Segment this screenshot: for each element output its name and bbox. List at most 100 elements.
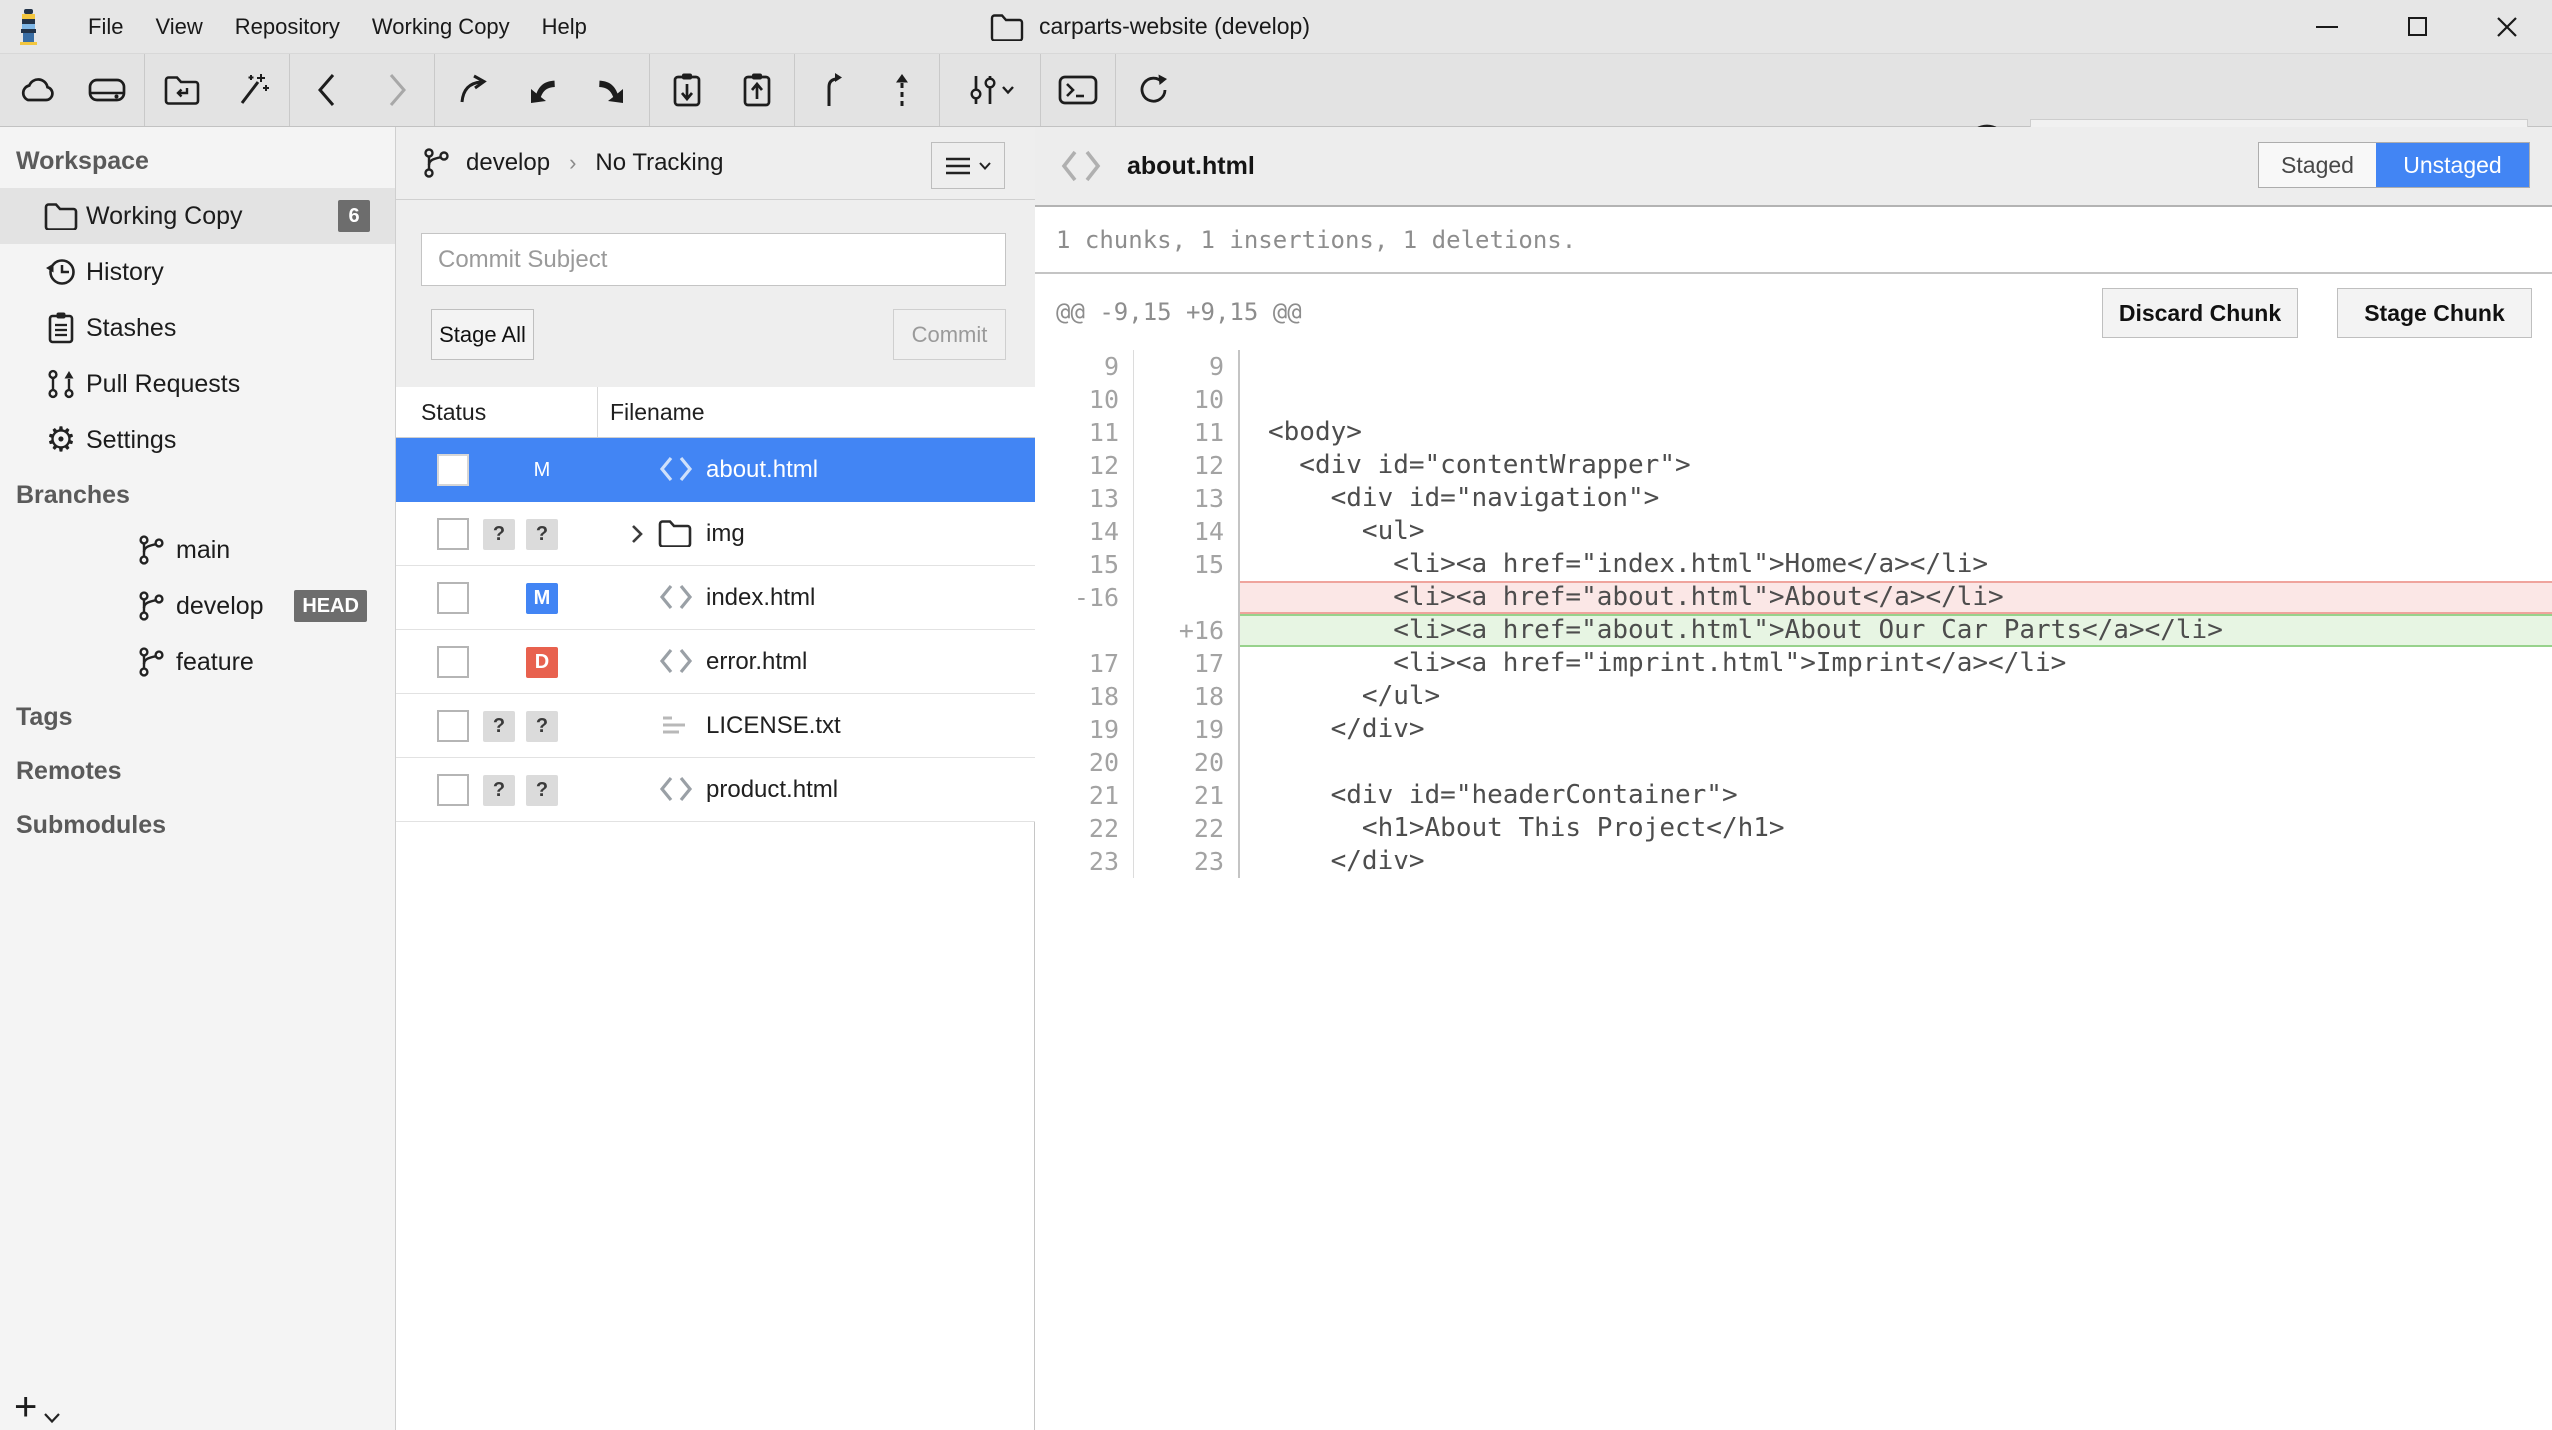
minimize-icon bbox=[2316, 26, 2338, 28]
window-title: carparts-website (develop) bbox=[990, 0, 1310, 53]
back-button[interactable] bbox=[292, 54, 362, 126]
menu-repository[interactable]: Repository bbox=[219, 0, 356, 53]
close-icon bbox=[2496, 16, 2518, 38]
sidebar-item-working-copy[interactable]: Working Copy 6 bbox=[0, 188, 395, 244]
chunk-header-row: @@ -9,15 +9,15 @@ Discard Chunk Stage Ch… bbox=[1035, 274, 2552, 350]
current-branch-label: develop bbox=[466, 149, 550, 177]
stage-chunk-button[interactable]: Stage Chunk bbox=[2337, 288, 2532, 338]
quick-launch-button[interactable] bbox=[217, 54, 287, 126]
fetch-icon bbox=[454, 72, 490, 108]
diff-options-button[interactable] bbox=[942, 54, 1038, 126]
refresh-button[interactable] bbox=[1118, 54, 1188, 126]
minimize-button[interactable] bbox=[2282, 0, 2372, 53]
menu-file[interactable]: File bbox=[72, 0, 139, 53]
diff-pane: about.html Staged Unstaged 1 chunks, 1 i… bbox=[1035, 127, 2552, 1430]
stage-checkbox[interactable] bbox=[437, 646, 469, 678]
terminal-button[interactable] bbox=[1043, 54, 1113, 126]
menu-view[interactable]: View bbox=[139, 0, 218, 53]
titlebar: File View Repository Working Copy Help c… bbox=[0, 0, 2552, 54]
stage-checkbox[interactable] bbox=[437, 582, 469, 614]
forward-button[interactable] bbox=[362, 54, 432, 126]
column-divider bbox=[597, 387, 598, 437]
sidebar: Workspace Working Copy 6 History Stashes… bbox=[0, 127, 396, 1430]
commit-button[interactable]: Commit bbox=[893, 309, 1006, 360]
fetch-button[interactable] bbox=[437, 54, 507, 126]
sidebar-item-label: Pull Requests bbox=[86, 370, 240, 399]
stage-checkbox[interactable] bbox=[437, 710, 469, 742]
window-title-text: carparts-website (develop) bbox=[1039, 13, 1310, 40]
diff-code: 99 1010 1111<body> 1212 <div id="content… bbox=[1035, 350, 2552, 878]
sidebar-branch-main[interactable]: main bbox=[0, 522, 395, 578]
file-name: img bbox=[706, 502, 745, 565]
clone-cloud-button[interactable] bbox=[2, 54, 72, 126]
hamburger-icon bbox=[945, 156, 971, 176]
sidebar-section-branches[interactable]: Branches bbox=[0, 468, 395, 522]
changes-count-badge: 6 bbox=[338, 200, 370, 232]
stage-checkbox[interactable] bbox=[437, 518, 469, 550]
sidebar-section-workspace: Workspace bbox=[0, 134, 395, 188]
sidebar-branch-develop[interactable]: develop HEAD bbox=[0, 578, 395, 634]
close-button[interactable] bbox=[2462, 0, 2552, 53]
open-repo-button[interactable] bbox=[147, 54, 217, 126]
text-file-icon bbox=[658, 711, 690, 739]
code-file-icon bbox=[1059, 149, 1103, 183]
expand-chevron-icon[interactable] bbox=[628, 522, 646, 546]
diff-line: 1111<body> bbox=[1035, 416, 2552, 449]
sidebar-section-submodules[interactable]: Submodules bbox=[0, 798, 395, 852]
file-row-license[interactable]: ? ? LICENSE.txt bbox=[396, 694, 1035, 758]
stage-checkbox[interactable] bbox=[437, 454, 469, 486]
push-button[interactable] bbox=[577, 54, 647, 126]
local-repos-button[interactable] bbox=[72, 54, 142, 126]
sidebar-item-settings[interactable]: ⚙ Settings bbox=[0, 412, 395, 468]
rebase-button[interactable] bbox=[867, 54, 937, 126]
diff-line: 1919 </div> bbox=[1035, 713, 2552, 746]
cloud-icon bbox=[16, 74, 58, 106]
sidebar-item-label: Working Copy bbox=[86, 202, 243, 231]
add-repository-button[interactable]: + bbox=[14, 1390, 61, 1424]
sidebar-item-stashes[interactable]: Stashes bbox=[0, 300, 395, 356]
status-badge-modified: M bbox=[526, 583, 558, 614]
file-row-img[interactable]: ? ? img bbox=[396, 502, 1035, 566]
diff-header: about.html Staged Unstaged bbox=[1035, 127, 2552, 207]
code-file-icon bbox=[658, 775, 694, 803]
pop-stash-button[interactable] bbox=[722, 54, 792, 126]
branch-label: develop bbox=[176, 592, 264, 621]
pull-button[interactable] bbox=[507, 54, 577, 126]
maximize-button[interactable] bbox=[2372, 0, 2462, 53]
diff-line: 1010 bbox=[1035, 383, 2552, 416]
git-branch-icon bbox=[134, 590, 168, 622]
sidebar-item-history[interactable]: History bbox=[0, 244, 395, 300]
diff-line: 2222 <h1>About This Project</h1> bbox=[1035, 812, 2552, 845]
diff-file-title: about.html bbox=[1127, 152, 1255, 181]
stage-checkbox[interactable] bbox=[437, 774, 469, 806]
status-column-header[interactable]: Status bbox=[421, 387, 486, 437]
pop-stash-icon bbox=[739, 71, 775, 109]
file-row-error[interactable]: D error.html bbox=[396, 630, 1035, 694]
folder-open-icon bbox=[163, 73, 201, 107]
staged-tab[interactable]: Staged bbox=[2259, 143, 2376, 187]
git-branch-icon bbox=[134, 534, 168, 566]
file-row-index[interactable]: M index.html bbox=[396, 566, 1035, 630]
sidebar-branch-feature[interactable]: feature bbox=[0, 634, 395, 690]
status-badge-untracked: ? bbox=[483, 519, 515, 550]
file-row-about[interactable]: M about.html bbox=[396, 438, 1035, 502]
file-row-product[interactable]: ? ? product.html bbox=[396, 758, 1035, 822]
unstaged-tab[interactable]: Unstaged bbox=[2376, 143, 2529, 187]
status-badge-untracked: ? bbox=[483, 711, 515, 742]
menu-help[interactable]: Help bbox=[526, 0, 603, 53]
branch-options-button[interactable] bbox=[931, 142, 1005, 189]
file-name: index.html bbox=[706, 566, 815, 629]
commit-subject-input[interactable] bbox=[421, 233, 1006, 286]
menu-working-copy[interactable]: Working Copy bbox=[356, 0, 526, 53]
filename-column-header[interactable]: Filename bbox=[610, 387, 705, 437]
merge-button[interactable] bbox=[797, 54, 867, 126]
diff-line: 1717 <li><a href="imprint.html">Imprint<… bbox=[1035, 647, 2552, 680]
folder-icon bbox=[990, 13, 1024, 41]
sidebar-section-tags[interactable]: Tags bbox=[0, 690, 395, 744]
stash-button[interactable] bbox=[652, 54, 722, 126]
sidebar-item-pull-requests[interactable]: Pull Requests bbox=[0, 356, 395, 412]
status-badge-untracked: ? bbox=[526, 519, 558, 550]
sidebar-section-remotes[interactable]: Remotes bbox=[0, 744, 395, 798]
discard-chunk-button[interactable]: Discard Chunk bbox=[2102, 288, 2298, 338]
stage-all-button[interactable]: Stage All bbox=[431, 309, 534, 360]
